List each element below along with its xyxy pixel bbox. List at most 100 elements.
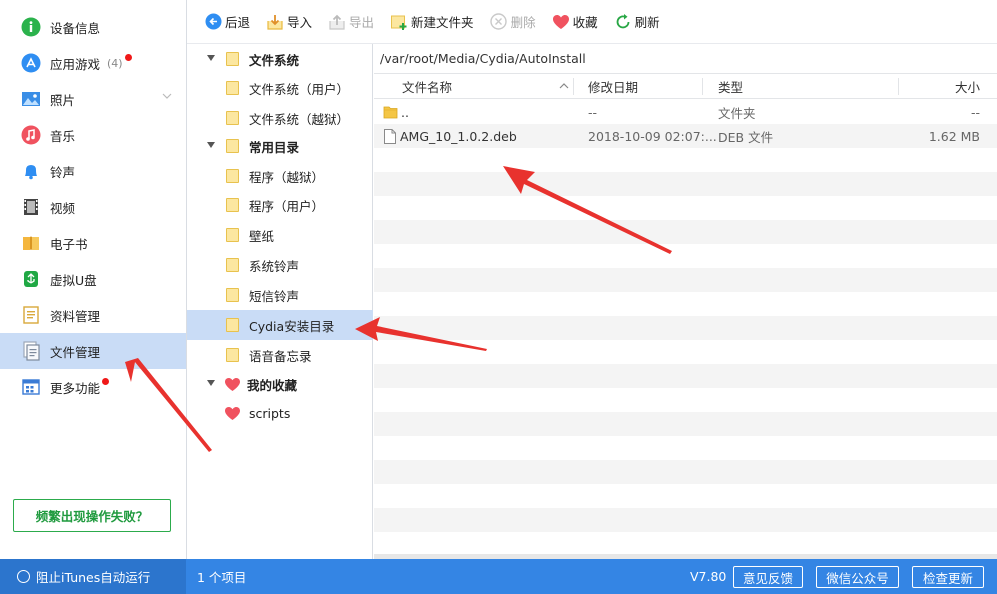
tree-voice-memos[interactable]: 语音备忘录 [187, 340, 373, 370]
column-type-header[interactable]: 类型 [718, 74, 818, 99]
contacts-icon [21, 305, 41, 325]
app-count-badge: (4) [107, 56, 123, 70]
back-arrow-icon [204, 13, 222, 31]
tree-label: 我的收藏 [247, 377, 298, 393]
tree-label: Cydia安装目录 [249, 318, 335, 334]
file-size: 1.62 MB [928, 128, 980, 144]
nav-label: 应用游戏 [50, 56, 101, 72]
nav-device-info[interactable]: 设备信息 [0, 9, 186, 45]
column-date-label: 修改日期 [588, 80, 639, 95]
column-date-header[interactable]: 修改日期 [588, 74, 698, 99]
heart-icon [225, 377, 240, 391]
export-label: 导出 [349, 15, 375, 30]
back-button[interactable]: 后退 [204, 12, 250, 31]
notification-dot [124, 53, 132, 61]
tree-label: 系统铃声 [249, 258, 300, 274]
heart-icon [552, 13, 570, 31]
tree-fs-user[interactable]: 文件系统（用户） [187, 73, 373, 103]
tree-label: 程序（越狱） [249, 169, 325, 185]
check-update-button[interactable]: 检查更新 [912, 566, 984, 588]
notification-dot [102, 377, 110, 385]
folder-icon [226, 348, 239, 362]
folder-icon [226, 52, 239, 66]
nav-more-features[interactable]: 更多功能 [0, 369, 186, 405]
tree-label: 文件系统 [249, 52, 300, 68]
folder-icon [226, 81, 239, 95]
nav-data-management[interactable]: 资料管理 [0, 297, 186, 333]
tree-favorites[interactable]: 我的收藏 [187, 369, 373, 399]
file-date: -- [588, 104, 598, 120]
tree-apps-user[interactable]: 程序（用户） [187, 190, 373, 220]
expand-arrow-icon[interactable] [207, 55, 215, 61]
chevron-down-icon [162, 93, 172, 99]
block-itunes-autorun-toggle[interactable]: 阻止iTunes自动运行 [0, 559, 186, 594]
folder-icon [226, 198, 239, 212]
file-row-parent[interactable]: .. -- 文件夹 -- [374, 100, 997, 124]
nav-apps-games[interactable]: 应用游戏 (4) [0, 45, 186, 81]
favorite-label: 收藏 [572, 15, 598, 30]
file-row-deb[interactable]: AMG_10_1.0.2.deb 2018-10-09 02:07:... DE… [374, 124, 997, 148]
nav-ringtones[interactable]: 铃声 [0, 153, 186, 189]
export-icon [328, 13, 346, 31]
empty-row [374, 196, 997, 220]
file-icon [384, 124, 396, 148]
nav-label: 铃声 [50, 164, 76, 180]
tree-common-dirs[interactable]: 常用目录 [187, 131, 373, 161]
tree-sms-ringtones[interactable]: 短信铃声 [187, 280, 373, 310]
nav-virtual-usb[interactable]: 虚拟U盘 [0, 261, 186, 297]
delete-label: 删除 [510, 15, 536, 30]
import-label: 导入 [287, 15, 313, 30]
wechat-official-button[interactable]: 微信公众号 [816, 566, 899, 588]
nav-file-management[interactable]: 文件管理 [0, 333, 186, 369]
column-separator[interactable] [702, 78, 703, 95]
status-bar: 阻止iTunes自动运行 1 个项目 V7.80 意见反馈 微信公众号 检查更新 [0, 559, 997, 594]
refresh-button[interactable]: 刷新 [614, 12, 660, 31]
empty-row [374, 364, 997, 388]
toolbar: 后退 导入 导出 新建文件夹 删除 收藏 刷新 [187, 0, 997, 44]
tree-apps-jailbreak[interactable]: 程序（越狱） [187, 161, 373, 191]
empty-row [374, 292, 997, 316]
column-separator[interactable] [573, 78, 574, 95]
nav-photos[interactable]: 照片 [0, 81, 186, 117]
column-name-header[interactable]: 文件名称 [402, 74, 562, 99]
expand-arrow-icon[interactable] [207, 142, 215, 148]
import-button[interactable]: 导入 [266, 12, 312, 31]
back-label: 后退 [225, 15, 251, 30]
tree-cydia-install[interactable]: Cydia安装目录 [187, 310, 373, 340]
export-button[interactable]: 导出 [328, 12, 374, 31]
new-folder-button[interactable]: 新建文件夹 [390, 12, 474, 31]
empty-row [374, 388, 997, 412]
nav-label: 虚拟U盘 [50, 272, 97, 288]
delete-button[interactable]: 删除 [490, 12, 536, 31]
favorite-button[interactable]: 收藏 [552, 12, 598, 31]
tree-fs-jailbreak[interactable]: 文件系统（越狱） [187, 103, 373, 133]
tree-label: 常用目录 [249, 139, 300, 155]
tree-label: 语音备忘录 [249, 348, 312, 364]
empty-row [374, 436, 997, 460]
delete-icon [490, 13, 508, 31]
frequent-failure-help-button[interactable]: 频繁出现操作失败？ [13, 499, 171, 532]
current-path: /var/root/Media/Cydia/AutoInstall [380, 51, 586, 66]
nav-videos[interactable]: 视频 [0, 189, 186, 225]
column-name-label: 文件名称 [402, 80, 453, 95]
expand-arrow-icon[interactable] [207, 380, 215, 386]
refresh-icon [614, 13, 632, 31]
item-count: 1 个项目 [197, 570, 247, 585]
column-size-header[interactable]: 大小 [904, 74, 980, 99]
radio-icon [17, 570, 30, 583]
nav-ebooks[interactable]: 电子书 [0, 225, 186, 261]
tree-scripts[interactable]: scripts [187, 398, 373, 428]
folder-icon [226, 318, 239, 332]
file-type: DEB 文件 [718, 129, 774, 145]
path-bar[interactable]: /var/root/Media/Cydia/AutoInstall [374, 44, 997, 74]
tree-system-ringtones[interactable]: 系统铃声 [187, 250, 373, 280]
music-icon [21, 125, 41, 145]
tree-filesystem[interactable]: 文件系统 [187, 44, 373, 74]
nav-music[interactable]: 音乐 [0, 117, 186, 153]
heart-icon [225, 406, 240, 420]
column-separator[interactable] [898, 78, 899, 95]
tree-wallpaper[interactable]: 壁纸 [187, 220, 373, 250]
feedback-button[interactable]: 意见反馈 [733, 566, 803, 588]
empty-row [374, 244, 997, 268]
folder-icon [226, 228, 239, 242]
